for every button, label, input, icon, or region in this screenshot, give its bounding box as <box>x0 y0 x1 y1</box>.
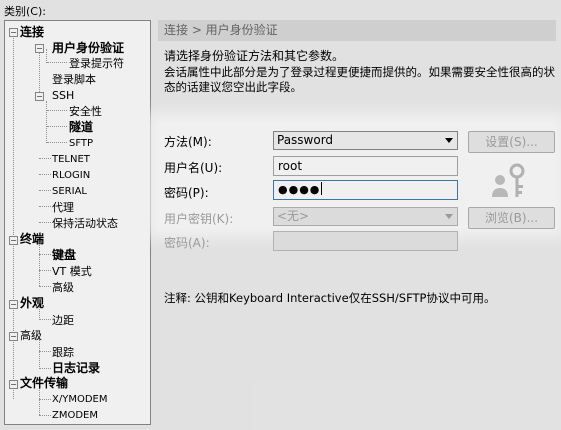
collapse-icon[interactable]: − <box>35 92 44 101</box>
tree-item-connection[interactable]: 连接 <box>20 25 44 40</box>
browse-button[interactable]: 浏览(B)... <box>468 207 555 229</box>
user-key-select[interactable]: <无> <box>273 207 458 226</box>
tree-item-vt-mode[interactable]: VT 模式 <box>52 264 92 279</box>
text-caret <box>321 182 323 195</box>
intro-text: 请选择身份验证方法和其它参数。 <box>164 49 345 63</box>
tree-item-trace[interactable]: 跟踪 <box>52 345 74 360</box>
tree-item-rlogin[interactable]: RLOGIN <box>52 168 90 183</box>
tree-item-advanced[interactable]: 高级 <box>20 328 42 343</box>
username-value: root <box>278 159 303 173</box>
tree-item-user-auth[interactable]: 用户身份验证 <box>52 41 124 56</box>
collapse-icon[interactable]: − <box>9 236 18 245</box>
category-label: 类别(C): <box>4 5 46 18</box>
tree-item-logging[interactable]: 日志记录 <box>52 361 100 376</box>
user-key-icon <box>492 163 525 197</box>
panel-title: 连接 > 用户身份验证 <box>158 20 556 41</box>
username-input[interactable]: root <box>273 156 458 176</box>
collapse-icon[interactable]: − <box>9 332 18 341</box>
tree-item-login-script[interactable]: 登录脚本 <box>52 72 96 87</box>
tree-item-file-transfer[interactable]: 文件传输 <box>20 376 68 391</box>
dropdown-arrow-icon <box>445 138 453 143</box>
tree-item-ssh[interactable]: SSH <box>52 88 74 103</box>
tree-item-appearance[interactable]: 外观 <box>20 296 44 311</box>
tree-item-terminal-advanced[interactable]: 高级 <box>52 280 74 295</box>
passphrase-input[interactable] <box>273 231 458 251</box>
settings-panel: 连接 > 用户身份验证 请选择身份验证方法和其它参数。 会话属性中此部分是为了登… <box>158 20 556 425</box>
tree-item-margins[interactable]: 边距 <box>52 313 74 328</box>
collapse-icon[interactable]: − <box>9 300 18 309</box>
tree-item-terminal[interactable]: 终端 <box>20 232 44 247</box>
password-input[interactable]: ●●●● <box>273 180 458 200</box>
method-select[interactable]: Password <box>273 131 458 150</box>
tree-item-telnet[interactable]: TELNET <box>52 152 90 167</box>
collapse-icon[interactable]: − <box>35 44 44 53</box>
user-key-value: <无> <box>277 209 310 223</box>
password-value: ●●●● <box>278 183 321 196</box>
tree-item-security[interactable]: 安全性 <box>69 104 102 119</box>
username-label: 用户名(U): <box>164 161 223 175</box>
tree-item-serial[interactable]: SERIAL <box>52 184 87 199</box>
collapse-icon[interactable]: − <box>9 380 18 389</box>
tree-item-xymodem[interactable]: X/YMODEM <box>52 392 107 407</box>
passphrase-label: 密码(A): <box>164 236 210 250</box>
note-text: 注释: 公钥和Keyboard Interactive仅在SSH/SFTP协议中… <box>164 291 496 305</box>
user-key-label: 用户密钥(K): <box>164 212 234 226</box>
password-label: 密码(P): <box>164 186 209 200</box>
description-text: 会话属性中此部分是为了登录过程更便捷而提供的。如果需要安全性很高的状态的话建议您… <box>164 65 555 94</box>
category-tree[interactable]: − 连接 − 用户身份验证 登录提示符 登录脚本 − SSH 安全性 隧道 SF… <box>4 20 151 425</box>
dropdown-arrow-icon <box>445 214 453 219</box>
tree-item-proxy[interactable]: 代理 <box>52 200 74 215</box>
tree-item-login-prompt[interactable]: 登录提示符 <box>69 56 124 71</box>
tree-item-tunnel[interactable]: 隧道 <box>69 120 93 135</box>
tree-item-keyboard[interactable]: 键盘 <box>52 248 76 263</box>
settings-button[interactable]: 设置(S)... <box>468 131 555 153</box>
method-label: 方法(M): <box>164 135 212 149</box>
tree-item-zmodem[interactable]: ZMODEM <box>52 408 98 423</box>
method-value: Password <box>277 133 334 147</box>
tree-item-keepalive[interactable]: 保持活动状态 <box>52 216 118 231</box>
collapse-icon[interactable]: − <box>9 28 18 37</box>
tree-item-sftp[interactable]: SFTP <box>69 136 93 151</box>
